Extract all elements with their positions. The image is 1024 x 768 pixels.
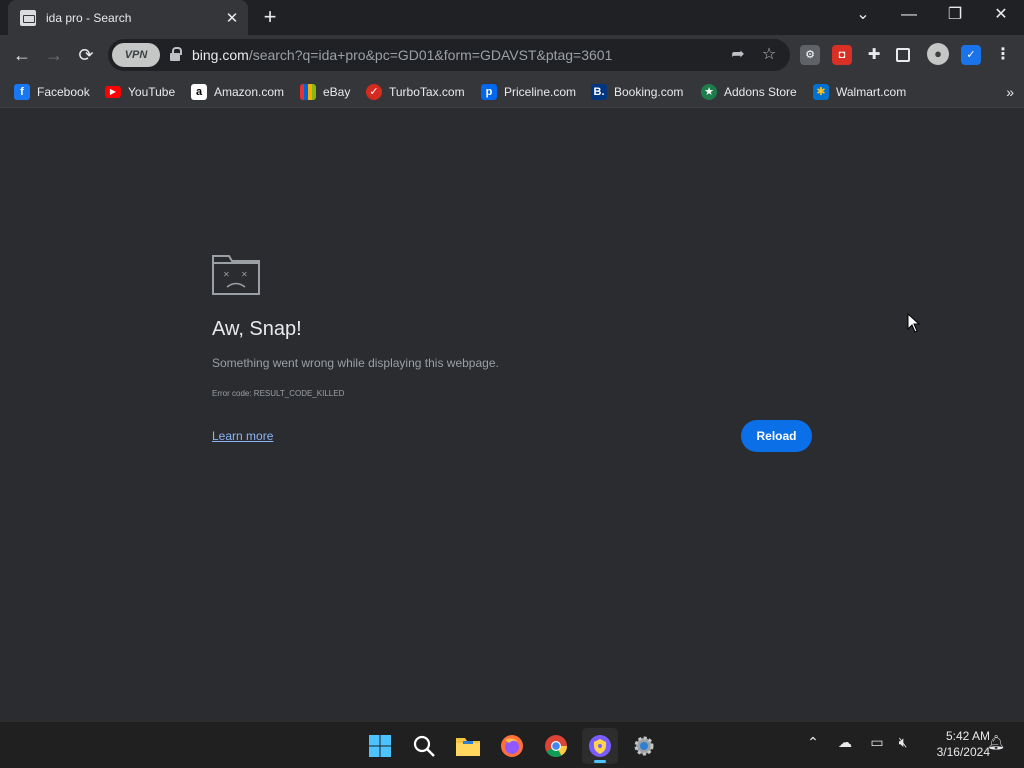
turbotax-icon: ✓ [366,84,382,100]
firefox-icon [501,735,523,757]
bookmark-facebook[interactable]: f Facebook [14,81,90,103]
bookmark-star-icon[interactable]: ☆ [759,45,779,65]
volume-muted-icon[interactable]: 🔇︎ [892,734,914,751]
bookmark-label: eBay [323,85,351,99]
search-button[interactable] [406,728,442,764]
bookmark-walmart[interactable]: ✱ Walmart.com [813,81,906,103]
reload-button[interactable]: Reload [741,420,812,452]
notifications-bell-icon[interactable]: 🔔︎ [985,734,1007,751]
bookmark-label: TurboTax.com [389,85,465,99]
bookmark-amazon[interactable]: a Amazon.com [191,81,284,103]
address-bar[interactable]: VPN bing.com/search?q=ida+pro&pc=GD01&fo… [108,39,790,71]
learn-more-link[interactable]: Learn more [212,429,273,443]
browser-toolbar: ← → ⟳ VPN bing.com/search?q=ida+pro&pc=G… [0,35,1024,75]
addons-store-icon: ★ [701,84,717,100]
network-icon[interactable]: ▭ [866,734,888,751]
back-button[interactable]: ← [8,41,36,69]
show-hidden-icons-chevron-icon[interactable]: ⌃ [802,734,824,751]
profile-avatar-icon[interactable]: ● [927,43,949,65]
amazon-icon: a [191,84,207,100]
side-panel-icon[interactable] [896,48,910,62]
folder-icon [456,738,480,756]
forward-button[interactable]: → [40,41,68,69]
bookmark-label: Facebook [37,85,90,99]
svg-text:✕: ✕ [241,270,248,279]
extension-pdf-icon[interactable]: ◘ [832,45,852,65]
settings-gear-icon [634,736,654,756]
windows-logo-icon [369,735,391,757]
vpn-button[interactable]: VPN [112,43,160,67]
youtube-icon: ▶ [105,86,121,98]
sad-tab-favicon-icon [20,9,36,26]
url-path: /search?q=ida+pro&pc=GD01&form=GDAVST&pt… [248,47,613,63]
minimize-button[interactable]: — [886,0,932,32]
clock[interactable]: 5:42 AM 3/16/2024 [918,728,990,760]
extensions-puzzle-icon[interactable]: ✚ [864,45,884,65]
bookmark-ebay[interactable]: eBay [300,81,350,103]
tab-ida-pro-search[interactable]: ida pro - Search ✕ [8,0,248,35]
file-explorer-button[interactable] [450,728,486,764]
vpn-app-button[interactable] [582,728,618,764]
settings-button[interactable] [626,728,662,764]
error-message: Something went wrong while displaying th… [212,356,499,370]
menu-kebab-icon[interactable]: ⋮ [993,45,1013,65]
extension-shield-icon[interactable]: ✓ [961,45,981,65]
firefox-button[interactable] [494,728,530,764]
bookmark-label: Priceline.com [504,85,577,99]
reload-page-button[interactable]: ⟳ [72,41,100,69]
bookmark-label: Addons Store [724,85,797,99]
chrome-button[interactable] [538,728,574,764]
facebook-icon: f [14,84,30,100]
priceline-icon: p [481,84,497,100]
error-title: Aw, Snap! [212,318,302,340]
bookmark-label: Booking.com [614,85,684,99]
url-text[interactable]: bing.com/search?q=ida+pro&pc=GD01&form=G… [192,39,612,71]
walmart-icon: ✱ [813,84,829,100]
extension-gear-icon[interactable]: ⚙ [800,45,820,65]
taskbar: ⌃ ☁ ▭ 🔇︎ 5:42 AM 3/16/2024 🔔︎ [0,721,1024,768]
lock-icon[interactable] [170,47,182,61]
tab-title: ida pro - Search [46,10,132,25]
tab-strip: ida pro - Search ✕ + ⌄ — ❐ ✕ [0,0,1024,35]
bookmark-label: YouTube [128,85,176,99]
bookmark-addons-store[interactable]: ★ Addons Store [701,81,797,103]
mouse-cursor-icon [907,313,921,333]
tab-close-icon[interactable]: ✕ [220,9,244,27]
sad-folder-icon: ✕ ✕ [212,255,260,295]
restore-button[interactable]: ❐ [932,0,978,32]
tab-search-chevron-icon[interactable]: ⌄ [840,0,886,32]
clock-date: 3/16/2024 [936,745,990,759]
search-icon [413,735,435,757]
share-icon[interactable]: ➦ [728,45,748,65]
active-app-indicator [594,760,606,763]
new-tab-button[interactable]: + [258,4,282,30]
bookmark-youtube[interactable]: ▶ YouTube [105,81,175,103]
chrome-icon [545,735,567,757]
ebay-icon [300,84,316,100]
bookmarks-bar: f Facebook ▶ YouTube a Amazon.com eBay ✓… [0,75,1024,108]
booking-icon: B. [591,84,607,100]
onedrive-cloud-icon[interactable]: ☁ [834,734,856,751]
bookmark-booking[interactable]: B. Booking.com [591,81,683,103]
vpn-shield-icon [589,735,611,757]
error-code: Error code: RESULT_CODE_KILLED [212,389,345,398]
svg-text:✕: ✕ [223,270,230,279]
url-host: bing.com [192,47,249,63]
bookmark-turbotax[interactable]: ✓ TurboTax.com [366,81,465,103]
clock-time: 5:42 AM [945,729,990,743]
more-bookmarks-chevron-icon[interactable]: » [1006,81,1014,103]
start-button[interactable] [362,728,398,764]
close-window-button[interactable]: ✕ [978,0,1024,32]
bookmark-priceline[interactable]: p Priceline.com [481,81,576,103]
bookmark-label: Walmart.com [836,85,907,99]
crash-page: ✕ ✕ Aw, Snap! Something went wrong while… [0,108,1024,721]
bookmark-label: Amazon.com [214,85,285,99]
